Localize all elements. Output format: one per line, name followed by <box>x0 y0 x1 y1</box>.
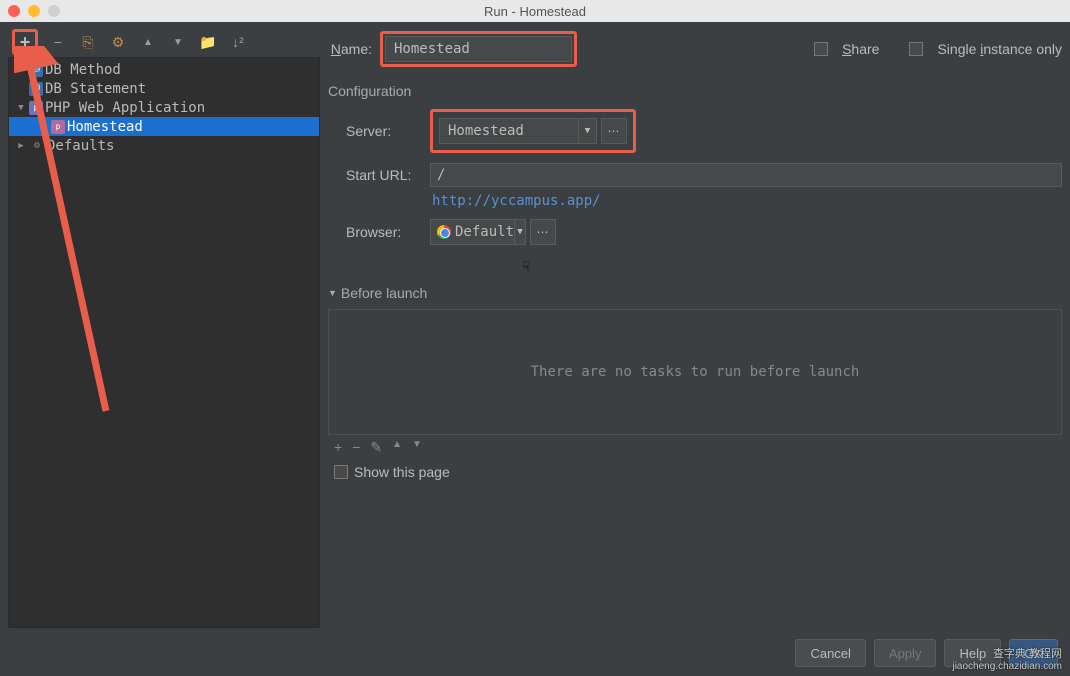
start-url-input[interactable] <box>430 163 1062 187</box>
tree-label: PHP Web Application <box>45 100 205 116</box>
single-instance-label: Single instance only <box>937 41 1062 57</box>
single-instance-checkbox[interactable] <box>909 42 923 56</box>
resolved-url-link[interactable]: http://yccampus.app/ <box>432 193 601 209</box>
browser-select[interactable]: Default ▼ <box>430 219 526 245</box>
php-icon: p <box>29 101 43 115</box>
chevron-down-icon: ▼ <box>578 119 596 143</box>
db-icon: ⛁ <box>29 82 43 96</box>
bl-add-button[interactable]: + <box>334 439 342 456</box>
tree-item-db-statement[interactable]: ⛁ DB Statement <box>9 79 319 98</box>
before-launch-header[interactable]: ▼ Before launch <box>328 285 1062 301</box>
tree-item-defaults[interactable]: ▶ ⚙ Defaults <box>9 136 319 155</box>
sort-button[interactable]: ↓² <box>228 32 248 52</box>
bottom-bar: Cancel Apply Help OK <box>0 630 1070 676</box>
up-button[interactable]: ▲ <box>138 32 158 52</box>
remove-config-button[interactable]: − <box>48 32 68 52</box>
configuration-heading: Configuration <box>328 83 1062 99</box>
settings-button[interactable]: ⚙ <box>108 32 128 52</box>
apply-button[interactable]: Apply <box>874 639 937 667</box>
db-icon: ⛁ <box>29 63 43 77</box>
config-tree[interactable]: ▶ ⛁ DB Method ⛁ DB Statement ▼ p PHP Web… <box>8 57 320 628</box>
bl-up-button[interactable]: ▲ <box>392 439 402 456</box>
window-title: Run - Homestead <box>0 4 1070 19</box>
tree-item-db-method[interactable]: ▶ ⛁ DB Method <box>9 60 319 79</box>
name-input[interactable] <box>385 36 572 62</box>
chevron-down-icon: ▼ <box>328 288 337 298</box>
bl-remove-button[interactable]: − <box>352 439 360 456</box>
tree-label: DB Method <box>45 62 121 78</box>
config-toolbar: + − ⎘ ⚙ ▲ ▼ 📁 ↓² <box>8 27 320 57</box>
browser-browse-button[interactable]: ⋯ <box>530 219 556 245</box>
watermark: 查字典 教程网 jiaocheng.chazidian.com <box>952 645 1062 672</box>
server-select[interactable]: Homestead ▼ <box>439 118 597 144</box>
tree-label: Homestead <box>67 119 143 135</box>
name-label: Name: <box>331 41 372 57</box>
php-icon: p <box>51 120 65 134</box>
show-page-label: Show this page <box>354 464 450 480</box>
copy-config-button[interactable]: ⎘ <box>78 32 98 52</box>
bl-edit-button[interactable]: ✎ <box>370 439 382 456</box>
chrome-icon <box>437 225 451 239</box>
tree-item-homestead[interactable]: p Homestead <box>9 117 319 136</box>
left-panel: + − ⎘ ⚙ ▲ ▼ 📁 ↓² ▶ ⛁ DB Method ⛁ DB Stat… <box>8 27 320 628</box>
folder-button[interactable]: 📁 <box>198 32 218 52</box>
before-launch-list[interactable]: There are no tasks to run before launch <box>328 309 1062 435</box>
browser-label: Browser: <box>346 224 430 240</box>
bl-down-button[interactable]: ▼ <box>412 439 422 456</box>
gear-icon: ⚙ <box>29 138 45 154</box>
add-config-button[interactable]: + <box>12 29 38 55</box>
tree-label: DB Statement <box>45 81 146 97</box>
cancel-button[interactable]: Cancel <box>795 639 865 667</box>
browser-value: Default <box>455 224 514 240</box>
share-checkbox[interactable] <box>814 42 828 56</box>
right-panel: Name: Share Single instance only Configu… <box>328 27 1062 628</box>
tree-item-php-web-app[interactable]: ▼ p PHP Web Application <box>9 98 319 117</box>
show-page-checkbox[interactable] <box>334 465 348 479</box>
server-label: Server: <box>346 123 430 139</box>
down-button[interactable]: ▼ <box>168 32 188 52</box>
titlebar: Run - Homestead <box>0 0 1070 22</box>
start-url-label: Start URL: <box>346 167 430 183</box>
server-value: Homestead <box>440 123 532 139</box>
tree-label: Defaults <box>47 138 114 154</box>
before-launch-empty-text: There are no tasks to run before launch <box>531 364 860 380</box>
share-label: Share <box>842 41 879 57</box>
chevron-down-icon: ▼ <box>514 220 525 244</box>
server-browse-button[interactable]: ⋯ <box>601 118 627 144</box>
